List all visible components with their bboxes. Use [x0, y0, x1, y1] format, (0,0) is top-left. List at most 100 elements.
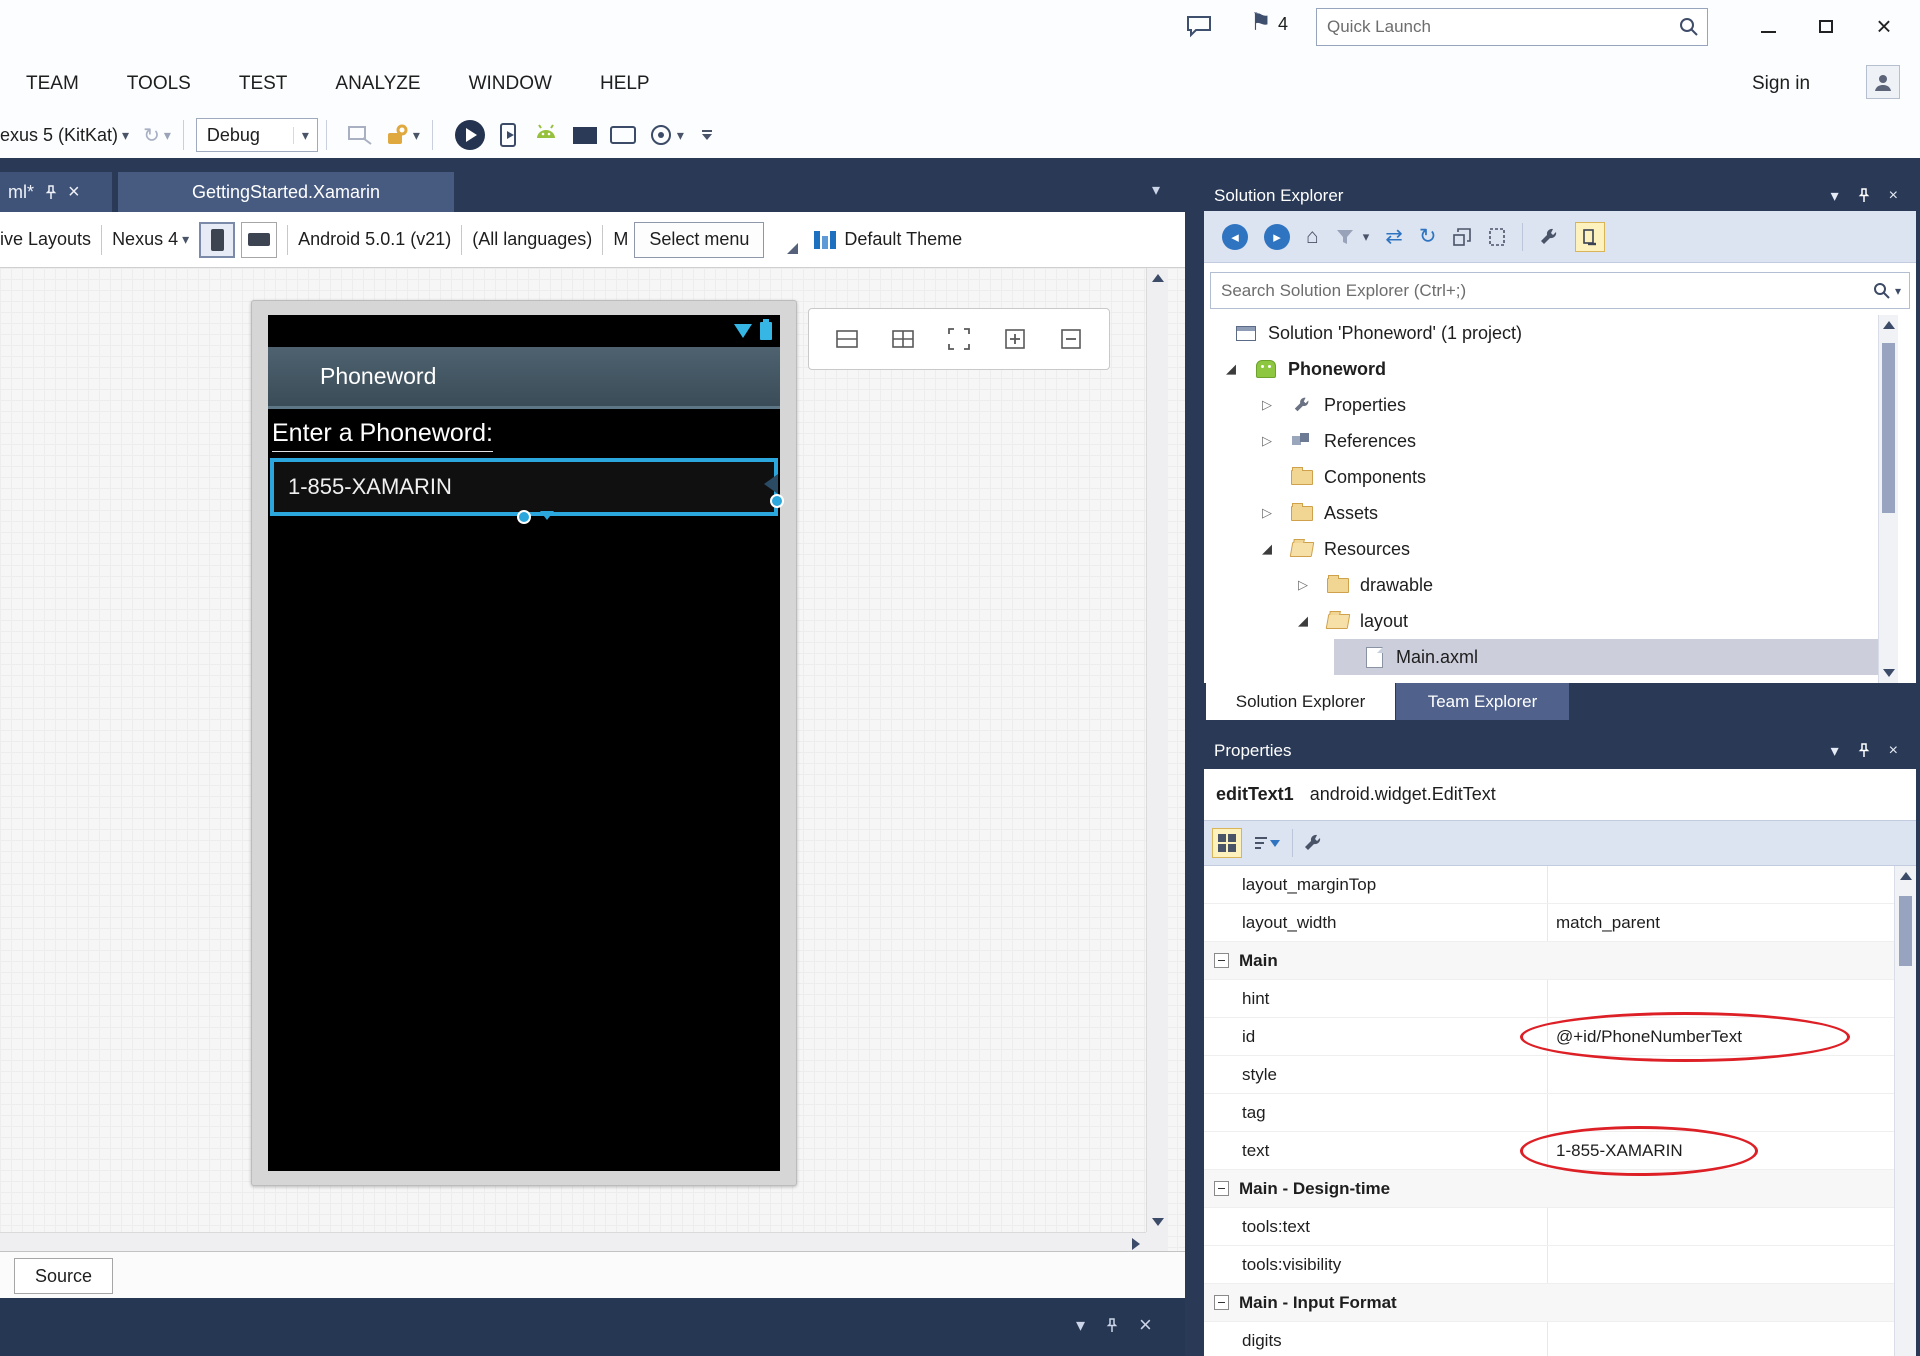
chevron-down-icon[interactable]: ▾ [1831, 186, 1839, 206]
pin-icon[interactable] [44, 185, 58, 200]
menu-tools[interactable]: TOOLS [127, 73, 191, 95]
tree-item-references[interactable]: References [1204, 423, 1878, 459]
zoom-in-icon[interactable] [1002, 326, 1028, 352]
device-selector[interactable]: Nexus 4 [112, 229, 178, 250]
scrollbar-thumb[interactable] [1899, 896, 1912, 966]
chevron-down-icon[interactable]: ▾ [1895, 284, 1901, 298]
tree-item-properties[interactable]: Properties [1204, 387, 1878, 423]
android-emulator-icon[interactable] [533, 124, 559, 146]
select-menu-combobox[interactable]: Select menu [634, 222, 764, 258]
scroll-down-icon[interactable] [1883, 669, 1895, 677]
filter-icon[interactable] [1335, 228, 1355, 246]
property-pages-wrench-icon[interactable] [1303, 833, 1323, 853]
scroll-down-icon[interactable] [1152, 1218, 1164, 1226]
forward-button[interactable]: ▸ [1264, 224, 1290, 250]
tab-source[interactable]: Source [14, 1258, 113, 1294]
tab-gettingstarted-xamarin[interactable]: GettingStarted.Xamarin [118, 172, 454, 212]
feedback-icon[interactable] [1186, 14, 1212, 38]
expander-collapsed-icon[interactable] [1262, 505, 1290, 521]
configuration-combobox[interactable]: Debug ▾ [196, 118, 318, 152]
refresh-icon[interactable]: ↻ [1419, 224, 1437, 249]
menu-team[interactable]: TEAM [26, 73, 79, 95]
menu-test[interactable]: TEST [239, 73, 288, 95]
expander-expanded-icon[interactable] [1298, 613, 1326, 629]
pin-icon[interactable] [1105, 1318, 1119, 1333]
chevron-down-icon[interactable]: ▾ [182, 231, 189, 248]
close-icon[interactable]: × [1889, 742, 1898, 760]
tab-list-chevron-icon[interactable]: ▾ [1152, 180, 1160, 200]
console-icon[interactable] [573, 127, 597, 144]
theme-selector[interactable]: Default Theme [844, 229, 962, 250]
property-row-text[interactable]: text 1-855-XAMARIN [1204, 1132, 1916, 1170]
properties-wrench-icon[interactable] [1539, 227, 1559, 247]
collapse-group-icon[interactable] [1214, 1181, 1229, 1196]
chevron-down-icon[interactable]: ▾ [1831, 741, 1839, 761]
adorner-dropdown-icon[interactable] [540, 511, 554, 520]
expander-expanded-icon[interactable] [1226, 361, 1254, 377]
quick-launch-input[interactable] [1317, 17, 1679, 37]
property-row[interactable]: digits [1204, 1322, 1916, 1356]
expander-collapsed-icon[interactable] [1298, 577, 1326, 593]
tree-item-assets[interactable]: Assets [1204, 495, 1878, 531]
preview-selected-items-toggle[interactable] [1575, 222, 1605, 252]
tab-solution-explorer[interactable]: Solution Explorer [1206, 683, 1395, 720]
solution-search-input[interactable] [1211, 281, 1873, 301]
tablet-icon[interactable] [609, 125, 637, 145]
collapse-group-icon[interactable] [1214, 1295, 1229, 1310]
tree-item-phoneword-project[interactable]: Phoneword [1204, 351, 1878, 387]
resize-handle-bottom[interactable] [517, 510, 531, 524]
edittext-widget-selected[interactable]: 1-855-XAMARIN [270, 458, 778, 516]
property-row[interactable]: layout_marginTop [1204, 866, 1916, 904]
split-view-icon[interactable] [834, 326, 860, 352]
scroll-up-icon[interactable] [1900, 872, 1912, 880]
chevron-down-icon[interactable]: ▾ [122, 127, 129, 144]
property-group-main[interactable]: Main [1204, 942, 1916, 980]
android-version-selector[interactable]: Android 5.0.1 (v21) [298, 229, 451, 250]
grid-view-icon[interactable] [890, 326, 916, 352]
tab-team-explorer[interactable]: Team Explorer [1396, 683, 1569, 720]
scroll-up-icon[interactable] [1152, 274, 1164, 282]
menu-window[interactable]: WINDOW [469, 73, 552, 95]
solution-search-box[interactable]: ▾ [1210, 272, 1910, 309]
property-row[interactable]: hint [1204, 980, 1916, 1018]
tree-item-components[interactable]: Components [1204, 459, 1878, 495]
expander-expanded-icon[interactable] [1262, 541, 1290, 557]
property-row[interactable]: tools:visibility [1204, 1246, 1916, 1284]
scrollbar-thumb[interactable] [1882, 343, 1895, 513]
chevron-down-icon[interactable]: ▾ [677, 127, 684, 144]
expander-collapsed-icon[interactable] [1262, 397, 1290, 413]
property-row[interactable]: style [1204, 1056, 1916, 1094]
menu-analyze[interactable]: ANALYZE [335, 73, 420, 95]
collapse-all-icon[interactable] [1452, 227, 1472, 247]
chevron-down-icon[interactable]: ▾ [1076, 1315, 1085, 1336]
collapse-group-icon[interactable] [1214, 953, 1229, 968]
property-group-input-format[interactable]: Main - Input Format [1204, 1284, 1916, 1322]
pin-icon[interactable] [1857, 743, 1871, 758]
close-icon[interactable]: × [68, 181, 80, 204]
tree-item-resources[interactable]: Resources [1204, 531, 1878, 567]
back-button[interactable]: ◂ [1222, 224, 1248, 250]
profiler-icon[interactable] [649, 123, 673, 147]
fit-to-selection-icon[interactable] [946, 326, 972, 352]
menu-help[interactable]: HELP [600, 73, 650, 95]
dock-option-icon[interactable] [770, 226, 798, 254]
property-row-id[interactable]: id @+id/PhoneNumberText [1204, 1018, 1916, 1056]
alternative-layouts-button[interactable]: ive Layouts [0, 229, 91, 250]
home-icon[interactable]: ⌂ [1306, 225, 1319, 249]
device-screen[interactable]: Phoneword Enter a Phoneword: 1-855-XAMAR… [268, 315, 780, 1171]
categorized-view-button[interactable] [1212, 828, 1242, 858]
chevron-down-icon[interactable]: ▾ [293, 127, 317, 144]
attach-icon[interactable] [347, 124, 373, 146]
pin-icon[interactable] [1857, 188, 1871, 203]
notifications-flag-icon[interactable]: ⚑ [1250, 8, 1272, 37]
tree-item-layout[interactable]: layout [1204, 603, 1878, 639]
chevron-down-icon[interactable]: ▾ [164, 127, 171, 144]
selection-arrow-adorner[interactable] [764, 474, 778, 494]
search-icon[interactable] [1873, 282, 1891, 300]
property-row[interactable]: tag [1204, 1094, 1916, 1132]
device-dropdown[interactable]: exus 5 (KitKat) [0, 125, 118, 146]
properties-scrollbar[interactable] [1894, 866, 1916, 1356]
sync-with-active-document-icon[interactable]: ⇄ [1385, 224, 1403, 249]
minimize-button[interactable] [1740, 4, 1796, 48]
tree-scrollbar[interactable] [1878, 315, 1898, 683]
